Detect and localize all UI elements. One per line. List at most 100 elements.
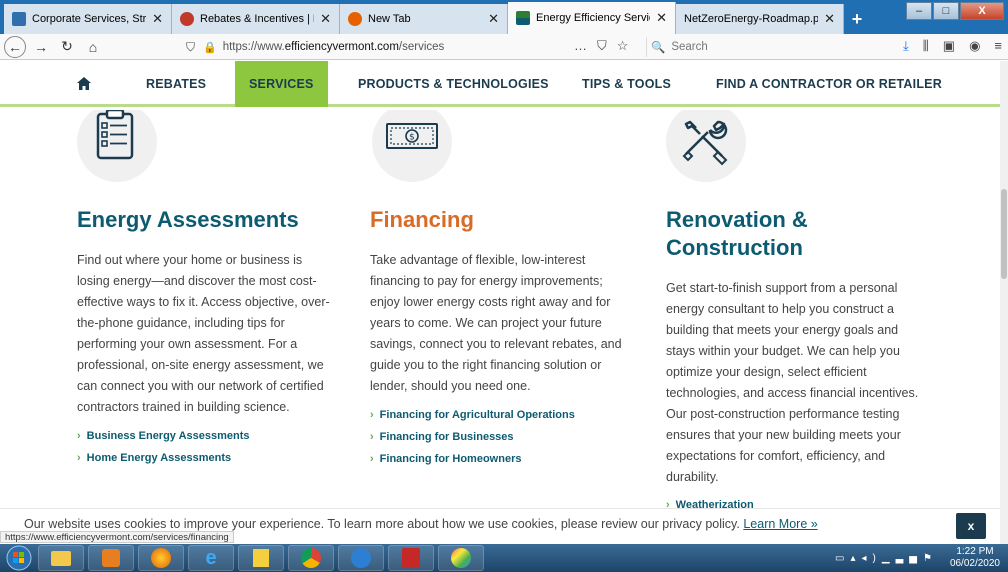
tray-icons[interactable]: ▭▴◂)▁▃▅⚑ <box>835 553 938 564</box>
media-player-icon <box>102 549 120 567</box>
cookie-close-button[interactable]: x <box>956 513 986 539</box>
url-path: /services <box>398 41 445 53</box>
keyboard-icon[interactable]: ▭ <box>835 553 850 564</box>
link-business-energy-assessments[interactable]: Business Energy Assessments <box>77 425 337 447</box>
description-line: energy consultant to help you construct … <box>666 302 894 316</box>
action-center-icon[interactable]: ⚑ <box>923 553 938 564</box>
taskbar-media-player[interactable] <box>88 545 134 571</box>
link-financing-agricultural[interactable]: Financing for Agricultural Operations <box>370 404 630 426</box>
close-window-button[interactable]: X <box>960 2 1004 20</box>
close-tab-icon[interactable]: ✕ <box>824 11 835 27</box>
internet-explorer-icon: e <box>205 546 217 569</box>
windows-start-icon <box>6 545 32 571</box>
tracking-shield-icon[interactable]: ⛉ <box>186 40 195 55</box>
description-line: Take advantage of flexible, low-interest <box>370 253 586 267</box>
description-line: Find out where your home or business is <box>77 253 303 267</box>
downloads-icon[interactable]: ⤓ <box>903 38 909 54</box>
link-home-energy-assessments[interactable]: Home Energy Assessments <box>77 447 337 469</box>
description-line: optimize your design, select efficient <box>666 365 867 379</box>
cookie-text: Our website uses cookies to improve your… <box>24 517 740 531</box>
nav-tips-tools[interactable]: TIPS & TOOLS <box>582 61 671 107</box>
browser-tab[interactable]: Rebates & Incentives | Burlingt ✕ <box>172 4 340 34</box>
search-bar[interactable]: 🔍 Search <box>646 37 866 57</box>
description-line: lender, should you need one. <box>370 379 531 393</box>
clock-date: 06/02/2020 <box>949 558 1000 569</box>
taskbar-chrome[interactable] <box>288 545 334 571</box>
taskbar-acrobat[interactable] <box>388 545 434 571</box>
link-financing-homeowners[interactable]: Financing for Homeowners <box>370 448 630 470</box>
nav-services[interactable]: SERVICES <box>235 61 328 107</box>
search-icon: 🔍 <box>651 42 666 54</box>
icon-background <box>666 110 746 182</box>
home-icon[interactable] <box>74 74 94 94</box>
service-description: Find out where your home or business is … <box>77 250 357 418</box>
clock-time: 1:22 PM <box>956 546 994 557</box>
show-hidden-icons[interactable]: ▴ <box>851 553 862 564</box>
service-title[interactable]: Renovation & Construction <box>666 206 946 262</box>
browser-toolbar: ← → ↻ ⌂ ⛉ 🔒 https://www.efficiencyvermon… <box>0 34 1008 60</box>
search-input[interactable]: Search <box>671 41 707 53</box>
close-tab-icon[interactable]: ✕ <box>656 10 667 26</box>
start-button[interactable] <box>4 545 34 571</box>
learn-more-link[interactable]: Learn More » <box>743 517 817 531</box>
tab-title: NetZeroEnergy-Roadmap.pdf <box>684 13 819 25</box>
volume-icon[interactable]: ◂) <box>862 553 882 564</box>
clipboard-checklist-icon <box>96 110 134 160</box>
bookmark-star-icon[interactable]: ☆ <box>617 38 629 54</box>
sidebar-icon[interactable]: ▣ <box>943 38 955 54</box>
cookie-message: Our website uses cookies to improve your… <box>24 517 818 531</box>
network-icon[interactable]: ▁▃▅ <box>882 553 923 564</box>
folder-icon <box>51 550 71 566</box>
taskbar-firefox[interactable] <box>138 545 184 571</box>
system-clock[interactable]: 1:22 PM 06/02/2020 <box>950 546 1000 570</box>
link-financing-businesses[interactable]: Financing for Businesses <box>370 426 630 448</box>
close-tab-icon[interactable]: ✕ <box>320 11 331 27</box>
home-button[interactable]: ⌂ <box>82 36 104 58</box>
maximize-button[interactable]: □ <box>933 2 959 20</box>
toolbar-buttons: ⤓ ⫼ ▣ ◉ ≡ <box>903 38 1002 54</box>
library-icon[interactable]: ⫼ <box>923 38 929 54</box>
notes-icon <box>253 549 269 567</box>
page-actions: … ⛉ ☆ <box>574 38 628 54</box>
browser-tab[interactable]: New Tab ✕ <box>340 4 508 34</box>
taskbar-explorer[interactable] <box>38 545 84 571</box>
taskbar-paint[interactable] <box>438 545 484 571</box>
nav-products-technologies[interactable]: PRODUCTS & TECHNOLOGIES <box>358 61 549 107</box>
services-content: Energy Assessments Find out where your h… <box>0 110 1000 520</box>
browser-tab[interactable]: NetZeroEnergy-Roadmap.pdf ✕ <box>676 4 844 34</box>
menu-icon[interactable]: ≡ <box>994 38 1002 54</box>
description-line: the-phone guidance, including tips for <box>77 316 285 330</box>
close-tab-icon[interactable]: ✕ <box>488 11 499 27</box>
page-scrollbar[interactable] <box>1000 61 1008 544</box>
forward-button[interactable]: → <box>30 36 52 58</box>
service-title[interactable]: Energy Assessments <box>77 206 357 234</box>
reload-button[interactable]: ↻ <box>56 36 78 58</box>
new-tab-button[interactable]: + <box>844 4 870 34</box>
browser-tab[interactable]: Corporate Services, Strategy, R ✕ <box>4 4 172 34</box>
taskbar-internet-explorer[interactable]: e <box>188 545 234 571</box>
nav-rebates[interactable]: REBATES <box>146 61 206 107</box>
description-line: losing energy—and discover the most cost… <box>77 274 317 288</box>
minimize-button[interactable]: – <box>906 2 932 20</box>
pocket-icon[interactable]: ⛉ <box>597 38 607 54</box>
service-title[interactable]: Financing <box>370 206 630 234</box>
nav-find-contractor[interactable]: FIND A CONTRACTOR OR RETAILER <box>716 61 942 107</box>
taskbar-notes[interactable] <box>238 545 284 571</box>
description-line: building that meets your energy goals an… <box>666 323 899 337</box>
service-description: Get start-to-finish support from a perso… <box>666 278 946 488</box>
browser-tab-active[interactable]: Energy Efficiency Services & Pr ✕ <box>508 2 676 34</box>
url-text[interactable]: https://www.efficiencyvermont.com/servic… <box>223 41 445 53</box>
url-prefix: https://www. <box>222 41 285 53</box>
close-tab-icon[interactable]: ✕ <box>152 11 163 27</box>
taskbar-app[interactable] <box>338 545 384 571</box>
account-icon[interactable]: ◉ <box>969 38 980 54</box>
description-line: contractors trained in building science. <box>77 400 290 414</box>
back-button[interactable]: ← <box>4 35 26 58</box>
service-title-line: Renovation & <box>666 207 808 232</box>
description-line: technologies, and access financial incen… <box>666 386 919 400</box>
firefox-icon <box>151 548 171 568</box>
lock-icon[interactable]: 🔒 <box>203 41 217 54</box>
description-line: savings, connect you to relevant rebates… <box>370 337 622 351</box>
page-actions-menu-button[interactable]: … <box>574 38 587 54</box>
scrollbar-thumb[interactable] <box>1001 189 1007 279</box>
